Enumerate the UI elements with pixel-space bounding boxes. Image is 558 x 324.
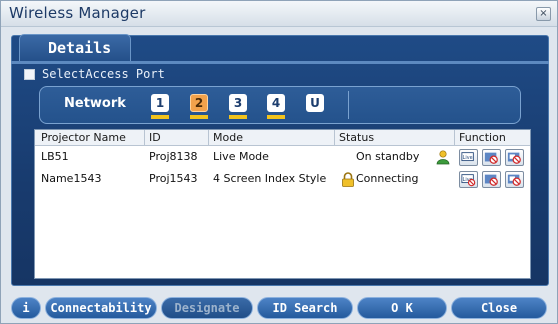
tab-strip [11,61,549,64]
projector-status: Connecting [356,172,419,185]
title-bar[interactable]: Wireless Manager × [1,1,557,27]
header-status[interactable]: Status [339,131,374,144]
projector-mode: Live Mode [213,150,269,163]
close-window-button[interactable]: × [536,7,551,21]
header-function[interactable]: Function [459,131,506,144]
ok-button[interactable]: O K [357,297,447,319]
id-search-button[interactable]: ID Search [257,297,353,319]
no-audio-icon[interactable] [482,171,501,188]
projector-id: Proj8138 [149,150,198,163]
header-separator [208,130,209,146]
no-video-icon[interactable] [505,171,524,188]
select-access-port-label: SelectAccess Port [42,67,165,81]
projector-table: Projector Name ID Mode Status Function L… [34,129,531,279]
network-button-u[interactable]: U [306,94,324,112]
network-button-3[interactable]: 3 [229,94,247,112]
network-divider [348,91,349,119]
no-video-icon[interactable] [505,149,524,166]
projector-mode: 4 Screen Index Style [213,172,327,185]
tab-details[interactable]: Details [19,34,131,62]
wireless-manager-window: Wireless Manager × Details SelectAccess … [0,0,558,324]
close-button[interactable]: Close [451,297,547,319]
table-row[interactable]: Name1543 Proj1543 4 Screen Index Style C… [35,170,530,190]
network-button-4[interactable]: 4 [267,94,285,112]
bottom-toolbar: i Connectability Designate ID Search O K… [11,297,549,320]
header-separator [144,130,145,146]
window-title: Wireless Manager [9,4,146,22]
no-audio-icon[interactable] [482,149,501,166]
table-row[interactable]: LB51 Proj8138 Live Mode On standby Live [35,148,530,168]
network-button-1[interactable]: 1 [151,94,169,112]
tab-details-label: Details [48,39,112,57]
live-icon[interactable]: Live [459,149,478,166]
network-button-2[interactable]: 2 [190,94,208,112]
header-separator [334,130,335,146]
person-icon [436,150,450,165]
header-mode[interactable]: Mode [213,131,243,144]
network-1-indicator [151,115,169,119]
projector-name: LB51 [41,150,69,163]
designate-button[interactable]: Designate [161,297,253,319]
header-separator [454,130,455,146]
projector-name: Name1543 [41,172,102,185]
projector-id: Proj1543 [149,172,198,185]
network-label: Network [64,96,126,111]
svg-text:Live: Live [463,155,473,161]
header-projector-name[interactable]: Projector Name [41,131,126,144]
header-id[interactable]: ID [149,131,161,144]
table-header: Projector Name ID Mode Status Function [35,130,530,146]
live-icon[interactable]: Live [459,171,478,188]
select-access-port-checkbox[interactable] [24,69,35,80]
network-3-indicator [229,115,247,119]
network-4-indicator [267,115,285,119]
projector-status: On standby [356,150,420,163]
connectability-button[interactable]: Connectability [45,297,157,319]
network-2-indicator [190,115,208,119]
info-button[interactable]: i [11,297,41,319]
lock-icon [342,172,354,187]
network-selector: Network 1 2 3 4 U [39,86,521,124]
